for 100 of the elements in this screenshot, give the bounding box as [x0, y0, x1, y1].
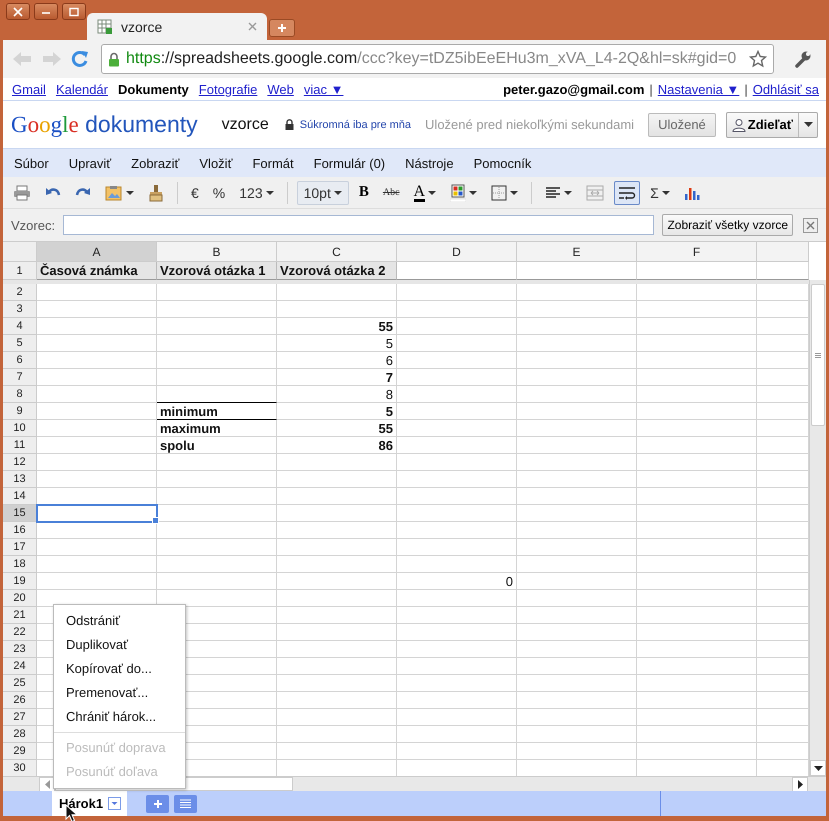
grid-cell[interactable] — [277, 607, 397, 624]
grid-cell[interactable] — [637, 726, 757, 743]
row-header[interactable]: 21 — [3, 607, 37, 624]
scroll-down-button[interactable] — [810, 760, 826, 776]
menu-item[interactable]: Kopírovať do... — [54, 657, 185, 681]
row-header[interactable]: 23 — [3, 641, 37, 658]
logout-link[interactable]: Odhlásiť sa — [752, 82, 819, 96]
menu-item[interactable]: Formát — [252, 156, 294, 170]
row-header[interactable]: 4 — [3, 318, 37, 335]
row-header[interactable]: 14 — [3, 488, 37, 505]
grid-cell[interactable] — [637, 675, 757, 692]
row-header[interactable]: 17 — [3, 539, 37, 556]
grid-cell[interactable] — [157, 301, 277, 318]
grid-cell[interactable] — [397, 420, 517, 437]
strike-button[interactable]: Abc — [378, 180, 404, 204]
grid-cell[interactable] — [397, 318, 517, 335]
grid-cell[interactable]: minimum — [157, 402, 277, 420]
grid-cell[interactable] — [637, 301, 757, 318]
row-header[interactable]: 7 — [3, 369, 37, 386]
grid-cell[interactable] — [517, 658, 637, 675]
grid-cell[interactable]: Vzorová otázka 1 — [157, 262, 277, 280]
nav-link[interactable]: viac ▼ — [304, 82, 344, 96]
grid-cell[interactable]: 6 — [277, 352, 397, 369]
grid-cell[interactable]: 55 — [277, 318, 397, 335]
sheet-tab[interactable]: Hárok1 — [52, 791, 128, 816]
close-window-button[interactable] — [6, 3, 30, 20]
grid-cell[interactable] — [517, 522, 637, 539]
grid-cell[interactable] — [277, 641, 397, 658]
grid-cell[interactable] — [637, 658, 757, 675]
grid-cell[interactable] — [517, 403, 637, 420]
row-header[interactable]: 25 — [3, 675, 37, 692]
menu-item[interactable]: Odstrániť — [54, 609, 185, 633]
row-header[interactable]: 28 — [3, 726, 37, 743]
grid-cell[interactable]: 86 — [277, 437, 397, 454]
grid-cell[interactable] — [637, 556, 757, 573]
formula-input[interactable] — [63, 215, 654, 235]
grid-cell[interactable] — [157, 556, 277, 573]
address-field[interactable]: https://spreadsheets.google.com/ccc?key=tDZ5ibEeEHu3m_xVA_L4-2Q&hl=sk#gid=0 — [101, 44, 774, 74]
row-header[interactable]: 8 — [3, 386, 37, 403]
grid-cell[interactable] — [397, 590, 517, 607]
grid-cell[interactable] — [397, 522, 517, 539]
grid-cell[interactable] — [277, 556, 397, 573]
grid-cell[interactable] — [517, 624, 637, 641]
grid-cell[interactable] — [397, 658, 517, 675]
grid-cell[interactable] — [157, 522, 277, 539]
grid-cell[interactable] — [397, 471, 517, 488]
grid-cell[interactable] — [637, 505, 757, 522]
grid-cell[interactable] — [517, 539, 637, 556]
grid-cell[interactable] — [277, 488, 397, 505]
row-header[interactable]: 15 — [3, 505, 37, 522]
grid-cell[interactable] — [397, 386, 517, 403]
row-header[interactable]: 22 — [3, 624, 37, 641]
grid-cell[interactable] — [37, 454, 157, 471]
grid-cell[interactable] — [517, 641, 637, 658]
grid-cell[interactable] — [517, 471, 637, 488]
grid-cell[interactable] — [517, 454, 637, 471]
row-header[interactable]: 5 — [3, 335, 37, 352]
textcolor-button[interactable]: A — [410, 180, 440, 204]
grid-cell[interactable] — [37, 335, 157, 352]
minimize-button[interactable] — [34, 3, 58, 20]
grid-cell[interactable] — [397, 437, 517, 454]
grid-cell[interactable] — [277, 301, 397, 318]
grid-cell[interactable] — [517, 284, 637, 301]
bookmark-star-icon[interactable] — [749, 50, 767, 68]
menu-item[interactable]: Duplikovať — [54, 633, 185, 657]
grid-cell[interactable] — [637, 488, 757, 505]
column-header[interactable] — [757, 242, 809, 262]
grid-cell[interactable] — [397, 454, 517, 471]
scroll-right-button[interactable] — [792, 776, 808, 792]
grid-cell[interactable] — [637, 454, 757, 471]
grid-cell[interactable] — [397, 335, 517, 352]
column-header[interactable]: A — [37, 242, 157, 262]
grid-cell[interactable] — [517, 488, 637, 505]
text-button[interactable]: 123 — [235, 180, 278, 204]
grid-cell[interactable] — [37, 352, 157, 369]
menu-item[interactable]: Upraviť — [68, 156, 112, 170]
row-header[interactable]: 18 — [3, 556, 37, 573]
nav-link[interactable]: Kalendár — [56, 82, 108, 96]
share-button[interactable]: Zdieľať — [726, 112, 818, 138]
grid-cell[interactable] — [517, 607, 637, 624]
grid-cell[interactable] — [517, 437, 637, 454]
grid-cell[interactable] — [637, 369, 757, 386]
text-button[interactable]: % — [208, 180, 230, 204]
grid-cell[interactable]: 5 — [277, 335, 397, 352]
grid-cell[interactable] — [637, 403, 757, 420]
grid-cell[interactable] — [517, 692, 637, 709]
grid-cell[interactable] — [397, 641, 517, 658]
text-button[interactable]: Σ — [646, 180, 674, 204]
nav-link[interactable]: Web — [267, 82, 294, 96]
grid-cell[interactable] — [157, 352, 277, 369]
grid-cell[interactable] — [637, 692, 757, 709]
column-header[interactable]: C — [277, 242, 397, 262]
menu-item[interactable]: Formulár (0) — [314, 156, 386, 170]
grid-cell[interactable] — [637, 709, 757, 726]
grid-cell[interactable] — [277, 692, 397, 709]
grid-cell[interactable] — [397, 505, 517, 522]
grid-cell[interactable] — [637, 437, 757, 454]
row-header[interactable]: 12 — [3, 454, 37, 471]
menu-item[interactable]: Zobraziť — [131, 156, 180, 170]
grid-cell[interactable] — [157, 369, 277, 386]
